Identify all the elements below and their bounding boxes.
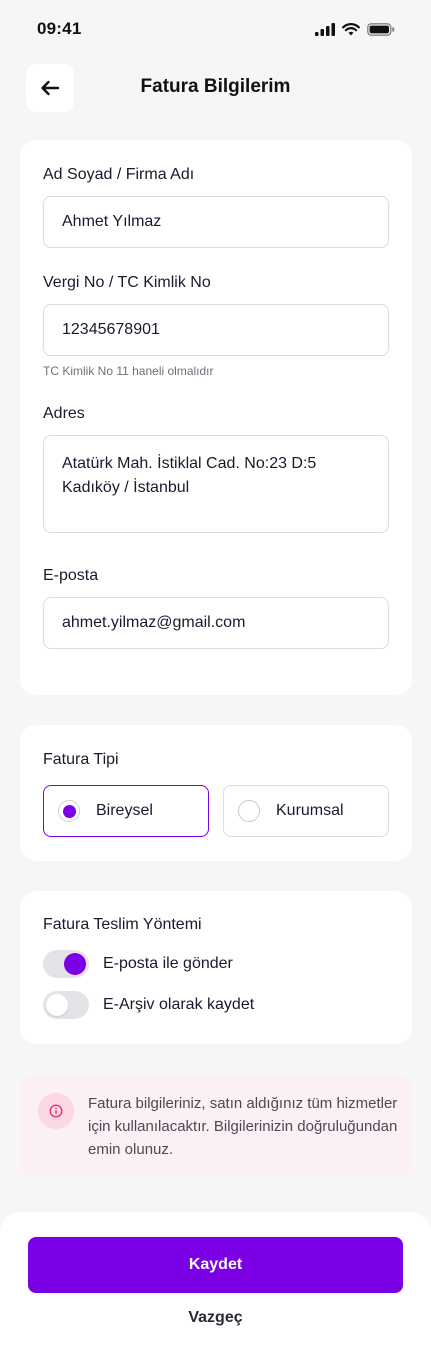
delivery-title: Fatura Teslim Yöntemi: [43, 916, 202, 933]
address-label: Adres: [43, 405, 85, 422]
tax-id-hint: TC Kimlik No 11 haneli olmalıdır: [43, 364, 214, 378]
tax-id-input[interactable]: 12345678901: [43, 304, 389, 356]
email-toggle-label: E-posta ile gönder: [103, 955, 233, 972]
radio-kurumsal[interactable]: Kurumsal: [223, 785, 389, 837]
radio-label-bireysel: Bireysel: [96, 802, 153, 819]
address-textarea[interactable]: Atatürk Mah. İstiklal Cad. No:23 D:5 Kad…: [43, 435, 389, 533]
earsiv-toggle-label: E-Arşiv olarak kaydet: [103, 996, 255, 1013]
bottom-actions: Kaydet Vazgeç: [0, 1212, 431, 1356]
invoice-type-card: Fatura Tipi Bireysel Kurumsal: [20, 725, 412, 861]
wifi-icon: [342, 22, 360, 35]
header: Fatura Bilgilerim: [0, 62, 431, 114]
signal-icon: [315, 22, 335, 36]
battery-icon: [367, 22, 395, 36]
email-toggle[interactable]: [43, 950, 89, 978]
radio-bireysel[interactable]: Bireysel: [43, 785, 209, 837]
save-button[interactable]: Kaydet: [28, 1237, 403, 1293]
invoice-type-title: Fatura Tipi: [43, 751, 119, 768]
page-title: Fatura Bilgilerim: [140, 76, 291, 97]
email-label: E-posta: [43, 567, 99, 584]
toggle-row-email: E-posta ile gönder: [43, 950, 233, 978]
radio-label-kurumsal: Kurumsal: [276, 802, 344, 819]
info-icon: [38, 1093, 74, 1129]
status-time: 09:41: [37, 19, 82, 38]
info-text: Fatura bilgileriniz, satın aldığınız tüm…: [88, 1095, 398, 1158]
toggle-knob: [64, 953, 86, 975]
name-input[interactable]: Ahmet Yılmaz: [43, 196, 389, 248]
status-icons: [315, 22, 395, 36]
toggle-row-earsiv: E-Arşiv olarak kaydet: [43, 991, 254, 1019]
delivery-method-card: Fatura Teslim Yöntemi E-posta ile gönder…: [20, 891, 412, 1044]
earsiv-toggle[interactable]: [43, 991, 89, 1019]
radio-circle-unchecked: [238, 800, 260, 822]
billing-form-card: Ad Soyad / Firma Adı Ahmet Yılmaz Vergi …: [20, 140, 412, 695]
info-box: Fatura bilgileriniz, satın aldığınız tüm…: [20, 1075, 412, 1176]
toggle-knob: [46, 994, 68, 1016]
tax-id-label: Vergi No / TC Kimlik No: [43, 274, 211, 291]
email-input[interactable]: ahmet.yilmaz@gmail.com: [43, 597, 389, 649]
status-bar: 09:41: [0, 0, 431, 58]
radio-circle-checked: [58, 800, 80, 822]
cancel-button[interactable]: Vazgeç: [0, 1309, 431, 1327]
name-label: Ad Soyad / Firma Adı: [43, 166, 195, 183]
